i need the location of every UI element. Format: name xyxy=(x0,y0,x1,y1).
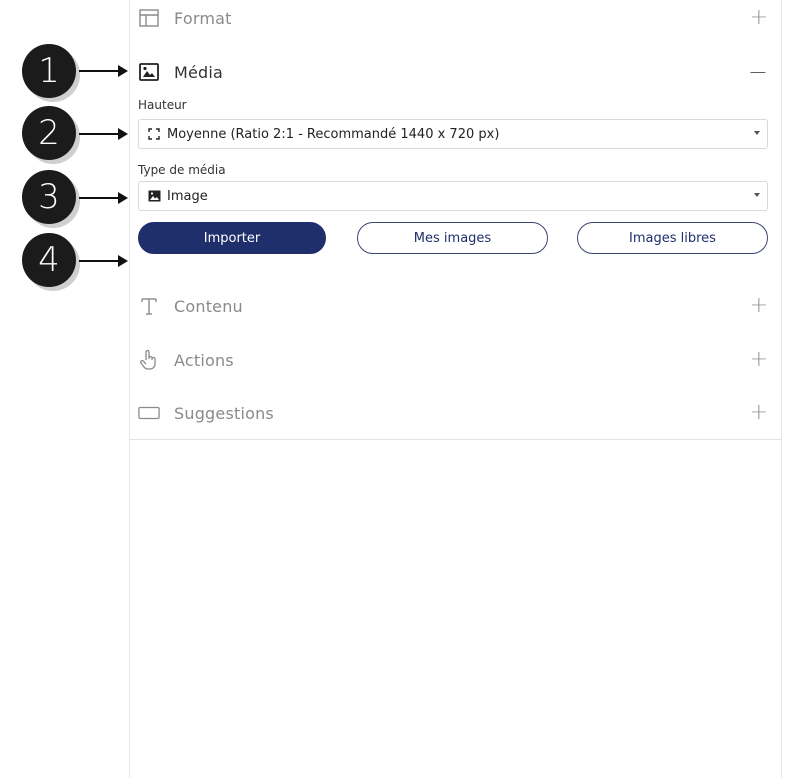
image-icon xyxy=(138,61,160,83)
section-contenu-toggle[interactable]: + xyxy=(750,295,768,317)
callout-arrow-3 xyxy=(79,192,128,204)
chevron-down-icon xyxy=(754,131,760,135)
type-media-value: Image xyxy=(167,188,208,204)
section-media[interactable]: Média − xyxy=(138,57,770,87)
section-suggestions-label: Suggestions xyxy=(174,403,274,423)
callout-2: 2 xyxy=(22,106,76,160)
rectangle-icon xyxy=(138,402,160,424)
text-icon xyxy=(138,295,160,317)
callout-arrow-2 xyxy=(79,128,128,140)
type-media-label: Type de média xyxy=(138,163,226,177)
section-actions[interactable]: Actions + xyxy=(138,345,770,375)
images-libres-button[interactable]: Images libres xyxy=(577,222,768,254)
section-suggestions[interactable]: Suggestions + xyxy=(138,398,770,428)
type-media-select[interactable]: Image xyxy=(138,181,768,211)
section-format-toggle[interactable]: + xyxy=(750,7,768,29)
chevron-down-icon xyxy=(754,193,760,197)
callout-4: 4 xyxy=(22,233,76,287)
expand-icon xyxy=(147,127,161,141)
section-format[interactable]: Format + xyxy=(138,3,770,33)
image-icon xyxy=(147,189,161,203)
section-media-toggle[interactable]: − xyxy=(748,60,768,84)
editor-panel xyxy=(129,0,782,778)
divider xyxy=(129,439,782,440)
callout-1: 1 xyxy=(22,44,76,98)
mes-images-button[interactable]: Mes images xyxy=(357,222,548,254)
section-actions-label: Actions xyxy=(174,350,234,370)
pointer-hand-icon xyxy=(138,349,160,371)
importer-button[interactable]: Importer xyxy=(138,222,326,254)
callout-arrow-1 xyxy=(79,65,128,77)
section-media-label: Média xyxy=(174,62,224,82)
section-actions-toggle[interactable]: + xyxy=(750,349,768,371)
section-suggestions-toggle[interactable]: + xyxy=(750,402,768,424)
hauteur-value: Moyenne (Ratio 2:1 - Recommandé 1440 x 7… xyxy=(167,126,500,142)
layout-icon xyxy=(138,7,160,29)
hauteur-label: Hauteur xyxy=(138,98,187,112)
section-format-label: Format xyxy=(174,8,232,28)
callout-3: 3 xyxy=(22,170,76,224)
section-contenu[interactable]: Contenu + xyxy=(138,291,770,321)
hauteur-select[interactable]: Moyenne (Ratio 2:1 - Recommandé 1440 x 7… xyxy=(138,119,768,149)
section-contenu-label: Contenu xyxy=(174,296,243,316)
callout-arrow-4 xyxy=(79,255,128,267)
